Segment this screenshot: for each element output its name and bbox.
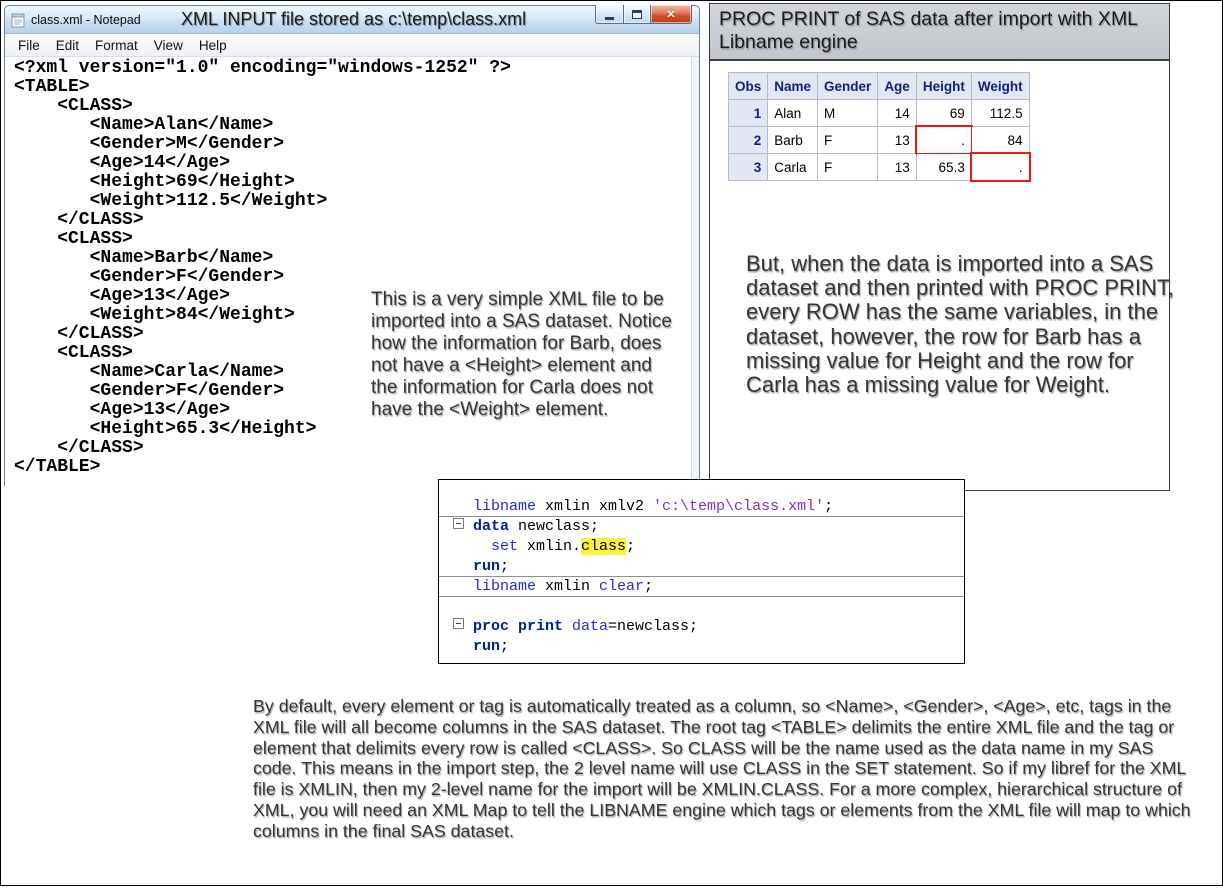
code-line: set xmlin.class; [439,537,964,557]
code-token: ; [500,638,509,655]
proc-print-table: Obs Name Gender Age Height Weight 1 Alan… [728,72,1030,181]
code-line: libname xmlin clear; [439,577,964,597]
code-token: data [572,618,608,635]
panel-title: PROC PRINT of SAS data after import with… [719,8,1149,54]
table-cell: 65.3 [916,154,971,181]
table-row: 2 Barb F 13 . 84 [729,127,1030,154]
fold-collapse-icon[interactable] [453,518,464,529]
table-cell: 14 [878,100,917,127]
code-token: ; [500,558,509,575]
table-cell: F [818,127,878,154]
notepad-titlebar[interactable]: class.xml - Notepad XML INPUT file store… [5,6,699,34]
table-cell: Barb [768,127,818,154]
page: class.xml - Notepad XML INPUT file store… [0,0,1223,886]
minimize-button[interactable] [595,5,624,24]
code-token: run [473,558,500,575]
code-token: data [473,518,509,535]
missing-values-note: But, when the data is imported into a SA… [746,252,1184,397]
notepad-app-icon [11,12,25,28]
window-controls [595,5,692,24]
column-header-obs: Obs [729,73,768,100]
menu-view[interactable]: View [146,38,191,53]
column-header-height: Height [916,73,971,100]
titlebar-caption: XML INPUT file stored as c:\temp\class.x… [181,9,526,30]
code-line: run; [439,637,964,657]
code-token: newclass; [509,518,599,535]
sas-code-editor[interactable]: libname xmlin xmlv2 'c:\temp\class.xml';… [438,479,965,664]
table-header-row: Obs Name Gender Age Height Weight [729,73,1030,100]
code-token: libname [473,578,536,595]
table-row: 1 Alan M 14 69 112.5 [729,100,1030,127]
table-cell: 1 [729,100,768,127]
code-line: proc print data=newclass; [439,617,964,637]
close-button[interactable] [651,5,692,24]
code-token: xmlin xmlv2 [536,498,653,515]
table-cell: 2 [729,127,768,154]
code-token: xmlin. [518,538,581,555]
panel-header: PROC PRINT of SAS data after import with… [710,4,1169,61]
code-token: run [473,638,500,655]
fold-collapse-icon[interactable] [453,618,464,629]
code-token: set [491,538,518,555]
notepad-text-area[interactable]: <?xml version="1.0" encoding="windows-12… [5,57,699,486]
code-line: run; [439,557,964,577]
column-header-name: Name [768,73,818,100]
table-cell: 13 [878,127,917,154]
column-header-gender: Gender [818,73,878,100]
code-token: ; [626,538,635,555]
code-token: libname [473,498,536,515]
minimize-icon [605,17,614,20]
code-token: ; [824,498,833,515]
code-token: proc print [473,618,563,635]
missing-height-cell: . [916,127,971,154]
table-cell: 13 [878,154,917,181]
table-cell: 3 [729,154,768,181]
code-token: 'c:\temp\class.xml' [653,498,824,515]
proc-print-panel: PROC PRINT of SAS data after import with… [709,3,1170,491]
table-cell: Carla [768,154,818,181]
table-cell: M [818,100,878,127]
table-cell: 112.5 [971,100,1029,127]
code-token [563,618,572,635]
code-token: ; [644,578,653,595]
menu-edit[interactable]: Edit [48,38,87,53]
code-token: =newclass; [608,618,698,635]
column-header-weight: Weight [971,73,1029,100]
column-header-age: Age [878,73,917,100]
maximize-icon [632,10,642,19]
table-cell: F [818,154,878,181]
code-area: libname xmlin xmlv2 'c:\temp\class.xml';… [439,480,964,657]
code-token: clear [599,578,644,595]
code-token [473,538,491,555]
close-icon [666,5,675,23]
table-cell: 84 [971,127,1029,154]
menu-file[interactable]: File [10,38,48,53]
code-line [439,597,964,617]
menu-format[interactable]: Format [87,38,146,53]
missing-weight-cell: . [971,154,1029,181]
table-cell: 69 [916,100,971,127]
menu-help[interactable]: Help [191,38,235,53]
xml-annotation-note: This is a very simple XML file to be imp… [371,289,681,421]
code-line: libname xmlin xmlv2 'c:\temp\class.xml'; [439,497,964,517]
explanation-note: By default, every element or tag is auto… [253,696,1201,842]
scrollbar[interactable] [691,57,699,486]
code-token: class [581,538,626,555]
table-row: 3 Carla F 13 65.3 . [729,154,1030,181]
code-line: data newclass; [439,517,964,537]
code-token: xmlin [536,578,599,595]
table-cell: Alan [768,100,818,127]
notepad-menubar: File Edit Format View Help [5,34,699,57]
maximize-button[interactable] [624,5,651,24]
window-title: class.xml - Notepad [31,13,141,27]
